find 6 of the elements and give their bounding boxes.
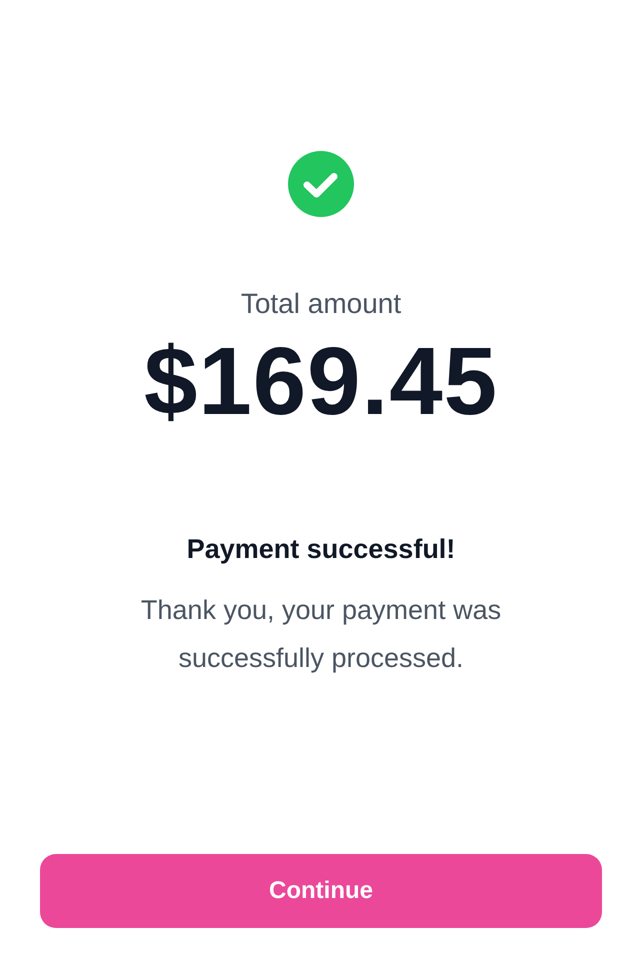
payment-success-message: Thank you, your payment was successfully processed.	[140, 594, 502, 675]
check-circle-icon	[288, 151, 354, 217]
payment-success-title: Payment successful!	[186, 533, 456, 566]
continue-button[interactable]: Continue	[40, 854, 602, 928]
total-amount-label: Total amount	[240, 287, 402, 321]
total-amount-value: $169.45	[144, 334, 498, 430]
